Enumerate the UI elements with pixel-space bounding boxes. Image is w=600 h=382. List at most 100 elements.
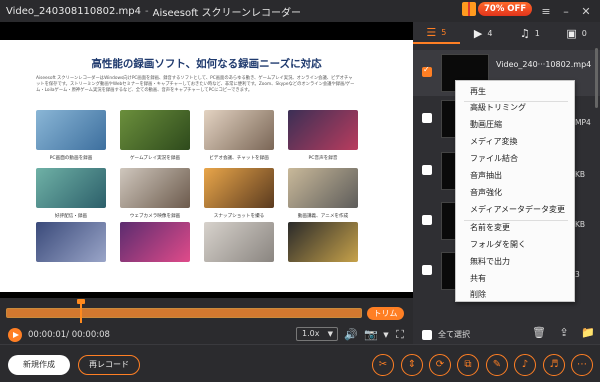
app-window: Video_240308110802.mp4 - Aiseesoft スクリーン…	[0, 0, 600, 382]
feature-card: 好評配信・録画	[36, 168, 106, 219]
preview-heading: 高性能の録画ソフト、如何なる録画ニーズに対応	[91, 58, 322, 70]
minimize-icon[interactable]: –	[558, 3, 574, 19]
menu-item-play[interactable]: 再生	[456, 83, 574, 100]
feature-card: PC画面の動画を録画	[36, 110, 106, 161]
trim-timeline[interactable]	[6, 308, 362, 318]
menu-icon[interactable]: ≡	[538, 3, 554, 19]
feature-thumbnail	[120, 222, 190, 262]
menu-item-advanced-trim[interactable]: 高級トリミング	[456, 99, 574, 116]
chevron-down-icon[interactable]: ▼	[379, 328, 393, 342]
tab-image[interactable]: ▣ 0	[553, 22, 600, 44]
menu-item-share[interactable]: 共有	[456, 270, 574, 287]
bottom-toolbar: 新規作成 再レコード ✂ ⇕ ⟳ ⧉ ✎ ♪ ♬ ⋯	[0, 344, 600, 382]
promo-badge: 70% OFF	[478, 2, 533, 16]
feature-card: ウェブカメラ映像を録画	[120, 168, 190, 219]
select-all-checkbox[interactable]	[422, 329, 432, 340]
adjust-icon[interactable]: ⇕	[401, 354, 423, 376]
new-recording-button[interactable]: 新規作成	[8, 355, 70, 375]
promo-banner[interactable]: 70% OFF	[462, 2, 533, 16]
close-icon[interactable]: ✕	[578, 3, 594, 19]
tab-count: 1	[534, 28, 540, 38]
audio-enhance-icon[interactable]: ♬	[543, 354, 565, 376]
preview-frame: 高性能の録画ソフト、如何なる録画ニーズに対応 Aiseesoft スクリーンレコ…	[0, 40, 413, 292]
feature-thumbnail	[36, 168, 106, 208]
feature-card: 動画講義、アニメを作成	[288, 168, 358, 219]
feature-thumbnail	[204, 168, 274, 208]
tab-count: 5	[441, 27, 447, 37]
feature-thumbnail	[288, 222, 358, 262]
export-icon[interactable]: ⇪	[555, 324, 573, 342]
tab-video[interactable]: ▶ 4	[460, 22, 507, 44]
menu-item-free-export[interactable]: 無料で出力	[456, 253, 574, 270]
menu-item-convert[interactable]: メディア変換	[456, 133, 574, 150]
feature-card-partial	[288, 222, 358, 262]
image-icon: ▣	[566, 26, 577, 40]
title-bar: Video_240308110802.mp4 - Aiseesoft スクリーン…	[0, 0, 600, 22]
file-checkbox[interactable]	[422, 265, 432, 275]
trim-button[interactable]: トリム	[367, 307, 404, 320]
playback-controls: トリム 00:00:01/ 00:00:08 1.0x ▼ 🔊 📷 ▼ ⛶	[0, 298, 413, 344]
menu-item-extract-audio[interactable]: 音声抽出	[456, 167, 574, 184]
chevron-down-icon: ▼	[327, 330, 333, 338]
feature-thumbnail	[288, 110, 358, 150]
merge-icon[interactable]: ⧉	[457, 354, 479, 376]
video-icon: ▶	[473, 26, 483, 40]
file-name: Video_240···10802.mp4	[496, 60, 592, 69]
menu-item-open-folder[interactable]: フォルダを開く	[456, 236, 574, 253]
fullscreen-icon[interactable]: ⛶	[393, 328, 407, 342]
delete-icon[interactable]: 🗑	[530, 324, 548, 342]
more-icon[interactable]: ⋯	[571, 354, 593, 376]
file-meta: MP4	[575, 118, 591, 127]
menu-item-merge[interactable]: ファイル結合	[456, 150, 574, 167]
camera-icon[interactable]: 📷	[364, 328, 378, 342]
feature-card: スナップショットを撮る	[204, 168, 274, 219]
tab-audio[interactable]: ♫ 1	[507, 22, 554, 44]
feature-card-partial	[36, 222, 106, 262]
gift-icon	[462, 2, 476, 16]
select-all[interactable]: 全て選択	[422, 329, 470, 340]
rerecord-button[interactable]: 再レコード	[78, 355, 140, 375]
media-tabs: ☰ 5 ▶ 4 ♫ 1 ▣ 0	[413, 22, 600, 44]
folder-icon[interactable]: 📁	[579, 324, 597, 342]
menu-item-rename[interactable]: 名前を変更	[456, 219, 574, 236]
feature-caption: PC音声を録音	[308, 156, 338, 161]
feature-thumbnail	[204, 110, 274, 150]
feature-caption: ビデオ会議、チャットを録画	[209, 156, 269, 161]
app-name: Aiseesoft スクリーンレコーダー	[152, 7, 302, 19]
music-icon: ♫	[519, 26, 530, 40]
file-title: Video_240308110802.mp4	[6, 5, 141, 17]
scissors-icon[interactable]: ✂	[372, 354, 394, 376]
feature-card: PC音声を録音	[288, 110, 358, 161]
feature-thumbnail	[36, 110, 106, 150]
feature-thumbnail	[288, 168, 358, 208]
volume-icon[interactable]: 🔊	[344, 328, 358, 342]
feature-card: ゲームプレイ実況を録画	[120, 110, 190, 161]
volume-icon[interactable]: ♪	[514, 354, 536, 376]
file-checkbox[interactable]	[422, 165, 432, 175]
file-checkbox[interactable]	[422, 215, 432, 225]
file-meta: KB	[575, 220, 586, 229]
scrollbar[interactable]	[595, 48, 598, 108]
tab-count: 4	[487, 28, 493, 38]
time-display: 00:00:01/ 00:00:08	[28, 330, 110, 340]
file-checkbox[interactable]	[422, 65, 432, 77]
feature-caption: ゲームプレイ実況を録画	[129, 156, 181, 161]
edit-icon[interactable]: ✎	[486, 354, 508, 376]
speed-select[interactable]: 1.0x ▼	[296, 327, 338, 341]
convert-icon[interactable]: ⟳	[429, 354, 451, 376]
tab-all[interactable]: ☰ 5	[413, 22, 460, 44]
menu-item-enhance-audio[interactable]: 音声強化	[456, 184, 574, 201]
timeline-progress	[7, 309, 361, 317]
feature-card: ビデオ会議、チャットを録画	[204, 110, 274, 161]
play-icon[interactable]	[8, 328, 22, 342]
file-checkbox[interactable]	[422, 113, 432, 123]
feature-thumbnail	[120, 168, 190, 208]
playhead[interactable]	[79, 301, 82, 323]
feature-caption: PC画面の動画を録画	[49, 156, 93, 161]
menu-item-metadata[interactable]: メディアメータデータ変更	[456, 201, 574, 218]
feature-card-partial	[120, 222, 190, 262]
menu-item-compress[interactable]: 動画圧縮	[456, 116, 574, 133]
context-menu: 再生 高級トリミング 動画圧縮 メディア変換 ファイル結合 音声抽出 音声強化 …	[455, 80, 575, 302]
video-preview[interactable]: 高性能の録画ソフト、如何なる録画ニーズに対応 Aiseesoft スクリーンレコ…	[0, 22, 413, 298]
menu-item-delete[interactable]: 削除	[456, 286, 574, 303]
